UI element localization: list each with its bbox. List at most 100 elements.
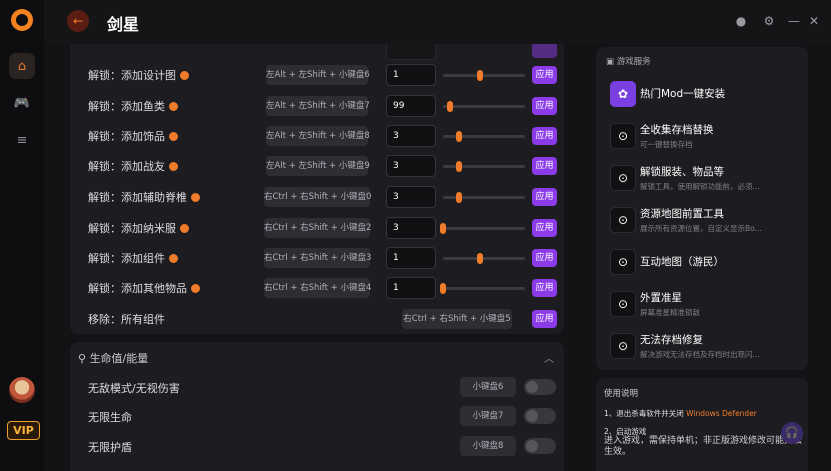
toggle-switch[interactable]	[524, 408, 556, 424]
toggle-row: 无限护盾 小键盘8	[70, 434, 564, 460]
value-input[interactable]: 3	[386, 125, 436, 147]
info-dot-icon[interactable]	[169, 254, 178, 263]
slider-thumb[interactable]	[456, 131, 463, 142]
apply-button[interactable]: 应用	[532, 279, 557, 297]
map-tool-icon: ⊙	[610, 207, 636, 233]
value-input[interactable]: 3	[386, 186, 436, 208]
unlock-row: 解锁：添加纳米服 右Ctrl + 右Shift + 小键盘2 3 应用	[70, 213, 564, 244]
home-icon[interactable]: ⌂	[9, 53, 35, 79]
info-dot-icon[interactable]	[169, 102, 178, 111]
service-desc: 解决游戏无法存档及存档时出现闪...	[640, 350, 760, 359]
info-dot-icon[interactable]	[180, 71, 189, 80]
slider-thumb[interactable]	[456, 161, 463, 172]
service-title: 全收集存档替换	[640, 124, 714, 136]
clipped-row	[70, 44, 564, 61]
value-slider[interactable]	[443, 192, 525, 203]
service-title: 外置准星	[640, 292, 682, 304]
row-label-text: 解锁：添加战友	[88, 160, 165, 173]
headset-icon[interactable]: 🎧	[781, 422, 803, 444]
service-item[interactable]: ⊙ 全收集存档替换 可一键替换存档	[596, 117, 808, 157]
service-item[interactable]: ⊙ 外置准星 屏幕准星精准锁敌	[596, 285, 808, 325]
apply-button[interactable]: 应用	[532, 310, 557, 328]
service-desc: 可一键替换存档	[640, 140, 693, 149]
slider-thumb[interactable]	[476, 70, 483, 81]
row-label-text: 解锁：添加辅助脊椎	[88, 191, 187, 204]
service-title: 解锁服装、物品等	[640, 166, 724, 178]
row-label-text: 解锁：添加纳米服	[88, 222, 176, 235]
avatar[interactable]	[9, 377, 35, 403]
row-label: 解锁：添加组件	[88, 250, 178, 266]
value-slider[interactable]	[443, 131, 525, 142]
back-button[interactable]: ←	[67, 10, 89, 32]
value-slider[interactable]	[443, 161, 525, 172]
row-label: 解锁：添加纳米服	[88, 220, 189, 236]
apply-button[interactable]: 应用	[532, 249, 557, 267]
service-item[interactable]: ✿ 热门Mod一键安装	[596, 75, 808, 115]
slider-thumb[interactable]	[476, 253, 483, 264]
value-slider[interactable]	[443, 70, 525, 81]
value-slider[interactable]	[440, 223, 525, 234]
value-input[interactable]: 1	[386, 64, 436, 86]
chevron-up-icon[interactable]: ︿	[544, 350, 554, 365]
info-dot-icon[interactable]	[191, 284, 200, 293]
slider-thumb[interactable]	[456, 192, 463, 203]
row-label: 无敌模式/无视伤害	[88, 382, 180, 395]
services-title-text: 游戏服务	[616, 57, 651, 67]
value-input	[386, 44, 436, 60]
row-label: 解锁：添加其他物品	[88, 280, 200, 296]
value-input[interactable]: 3	[386, 155, 436, 177]
hotkey-badge: 右Ctrl + 右Shift + 小键盘3	[264, 248, 371, 268]
service-item[interactable]: ⊙ 资源地图前置工具 展示所有资源位置，自定义显示Bo...	[596, 201, 808, 241]
info-dot-icon[interactable]	[169, 162, 178, 171]
unlock-row: 解锁：添加其他物品 右Ctrl + 右Shift + 小键盘4 1 应用	[70, 273, 564, 304]
slider-thumb[interactable]	[440, 223, 446, 234]
health-section: ⚲ 生命值/能量 ︿ 无敌模式/无视伤害 小键盘6 无限生命 小键盘7 无限护盾 小键盘8	[70, 342, 564, 471]
minimize-icon[interactable]: —	[786, 13, 802, 29]
value-slider[interactable]	[443, 101, 525, 112]
apply-button[interactable]: 应用	[532, 188, 557, 206]
interactive-map-icon: ⊙	[610, 249, 636, 275]
value-input[interactable]: 1	[386, 247, 436, 269]
apply-button[interactable]: 应用	[532, 219, 557, 237]
apply-button[interactable]: 应用	[532, 66, 557, 84]
hotkey-badge: 右Ctrl + 右Shift + 小键盘4	[264, 278, 371, 298]
service-item[interactable]: ⊙ 无法存档修复 解决游戏无法存档及存档时出现闪...	[596, 327, 808, 367]
unlock-icon: ⊙	[610, 165, 636, 191]
settings-icon[interactable]: ⚙	[761, 13, 777, 29]
apply-button[interactable]: 应用	[532, 97, 557, 115]
toggle-switch[interactable]	[524, 438, 556, 454]
service-title: 资源地图前置工具	[640, 208, 724, 220]
section-title[interactable]: ⚲ 生命值/能量	[78, 350, 148, 366]
service-title: 无法存档修复	[640, 334, 703, 346]
value-input[interactable]: 99	[386, 95, 436, 117]
sidebar: ⌂ 🎮 ≡ VIP	[0, 0, 44, 471]
slider-thumb[interactable]	[446, 101, 453, 112]
vip-badge[interactable]: VIP	[7, 421, 40, 440]
info-dot-icon[interactable]	[180, 224, 189, 233]
hotkey-badge: 左Alt + 左Shift + 小键盘9	[266, 156, 370, 176]
apply-button[interactable]: 应用	[532, 157, 557, 175]
unlock-row: 解锁：添加饰品 左Alt + 左Shift + 小键盘8 3 应用	[70, 121, 564, 152]
info-dot-icon[interactable]	[191, 193, 200, 202]
guide-title: 使用说明	[604, 389, 639, 399]
row-label: 移除：所有组件	[88, 313, 165, 326]
service-item[interactable]: ⊙ 互动地图（游民）	[596, 243, 808, 283]
service-item[interactable]: ⊙ 解锁服装、物品等 解锁工具，使用解锁功能前，必须...	[596, 159, 808, 199]
info-dot-icon[interactable]	[169, 132, 178, 141]
toggle-switch[interactable]	[524, 379, 556, 395]
gamepad-icon[interactable]: 🎮	[9, 90, 35, 116]
value-slider[interactable]	[440, 283, 525, 294]
record-icon[interactable]: ●	[733, 13, 749, 29]
close-icon[interactable]: ✕	[806, 13, 822, 29]
value-slider[interactable]	[443, 253, 525, 264]
guide-step1: 1、退出杀毒软件并关闭 Windows Defender	[604, 408, 757, 419]
value-input[interactable]: 1	[386, 277, 436, 299]
header: ← 剑星 ● ⚙ — ✕	[44, 0, 831, 44]
usage-guide: 使用说明 1、退出杀毒软件并关闭 Windows Defender 2、启动游戏…	[596, 378, 808, 471]
apply-button[interactable]: 应用	[532, 127, 557, 145]
value-input[interactable]: 3	[386, 217, 436, 239]
database-icon[interactable]: ≡	[9, 127, 35, 153]
toggle-row: 无敌模式/无视伤害 小键盘6	[70, 375, 564, 401]
slider-thumb[interactable]	[440, 283, 446, 294]
save-replace-icon: ⊙	[610, 123, 636, 149]
